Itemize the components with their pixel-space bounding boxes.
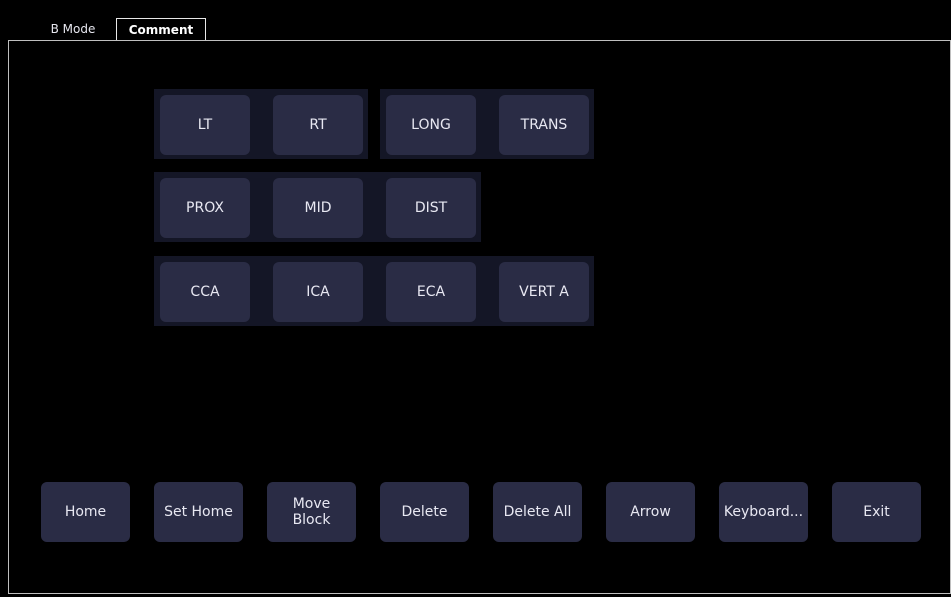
- home-button[interactable]: Home: [41, 482, 130, 542]
- comment-button-lt[interactable]: LT: [160, 95, 250, 155]
- move-block-button[interactable]: Move Block: [267, 482, 356, 542]
- comment-button-trans[interactable]: TRANS: [499, 95, 589, 155]
- comment-button-ica[interactable]: ICA: [273, 262, 363, 322]
- comment-button-vert-a[interactable]: VERT A: [499, 262, 589, 322]
- comment-button-prox[interactable]: PROX: [160, 178, 250, 238]
- delete-button[interactable]: Delete: [380, 482, 469, 542]
- comment-button-long[interactable]: LONG: [386, 95, 476, 155]
- set-home-button[interactable]: Set Home: [154, 482, 243, 542]
- comment-button-eca[interactable]: ECA: [386, 262, 476, 322]
- comment-button-mid[interactable]: MID: [273, 178, 363, 238]
- delete-all-button[interactable]: Delete All: [493, 482, 582, 542]
- tab-b-mode[interactable]: B Mode: [30, 18, 116, 40]
- comment-button-dist[interactable]: DIST: [386, 178, 476, 238]
- tab-comment[interactable]: Comment: [116, 18, 206, 41]
- arrow-button[interactable]: Arrow: [606, 482, 695, 542]
- comment-button-rt[interactable]: RT: [273, 95, 363, 155]
- comment-button-cca[interactable]: CCA: [160, 262, 250, 322]
- keyboard-button[interactable]: Keyboard...: [719, 482, 808, 542]
- exit-button[interactable]: Exit: [832, 482, 921, 542]
